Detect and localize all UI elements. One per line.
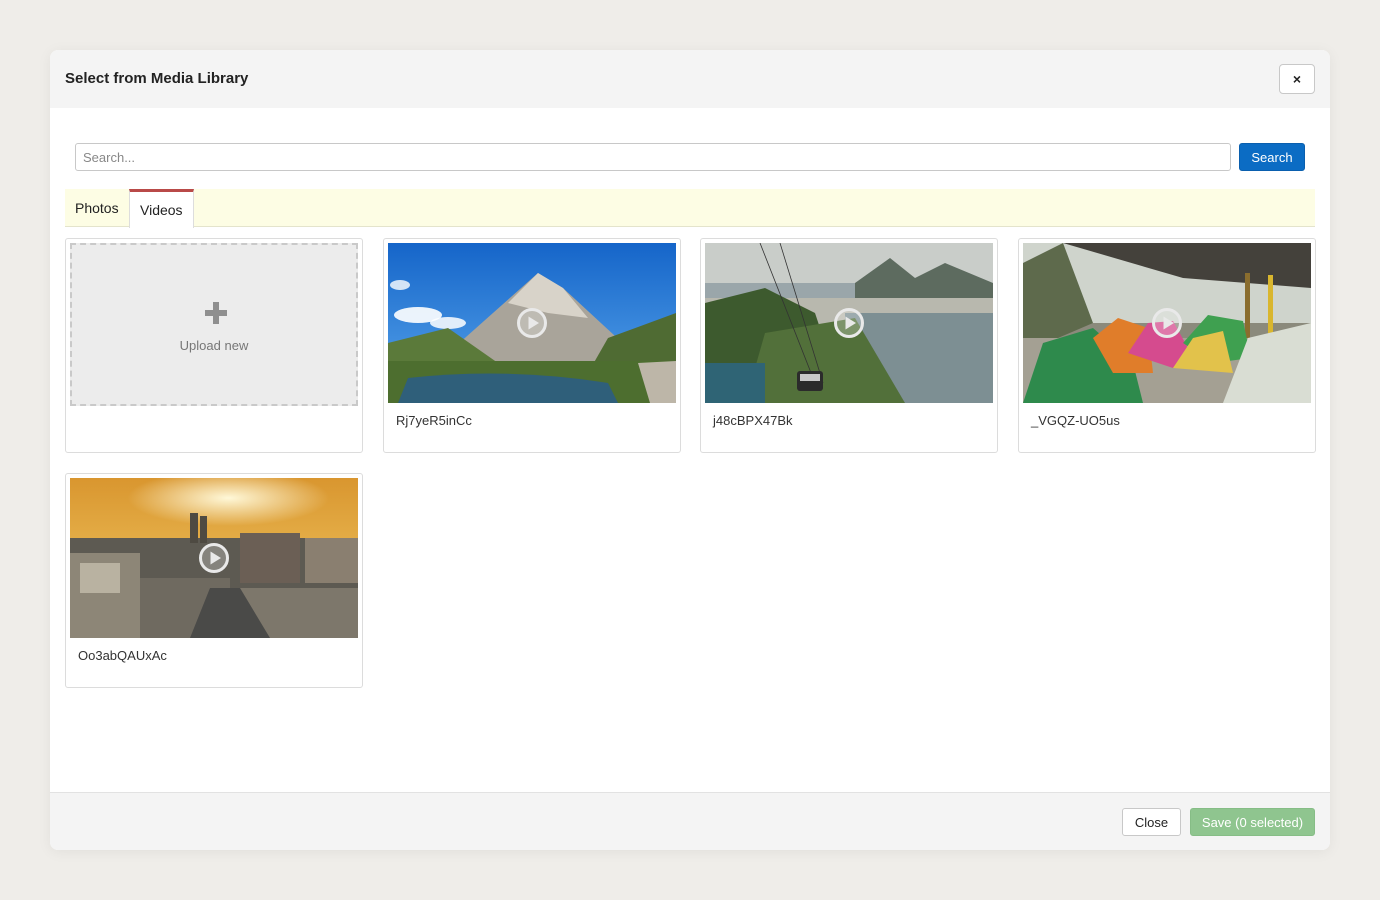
modal-footer: Close Save (0 selected) (50, 792, 1330, 850)
media-card[interactable]: j48cBPX47Bk (700, 238, 998, 453)
upload-new-card[interactable]: Upload new (65, 238, 363, 453)
play-icon (1152, 308, 1182, 338)
play-icon (834, 308, 864, 338)
media-type-tabs: Photos Videos (65, 189, 1315, 228)
plus-icon (205, 302, 227, 324)
video-thumbnail[interactable] (388, 243, 676, 403)
video-thumbnail[interactable] (705, 243, 993, 403)
upload-label: Upload new (179, 338, 249, 353)
media-library-modal: Select from Media Library × Search Photo… (50, 50, 1330, 850)
media-card[interactable]: Rj7yeR5inCc (383, 238, 681, 453)
modal-title: Select from Media Library (65, 70, 249, 87)
tab-videos[interactable]: Videos (129, 189, 194, 228)
search-input[interactable] (75, 143, 1231, 171)
play-icon (199, 543, 229, 573)
video-thumbnail[interactable] (1023, 243, 1311, 403)
modal-header: Select from Media Library × (50, 50, 1330, 108)
play-icon (517, 308, 547, 338)
tab-photos[interactable]: Photos (65, 189, 129, 227)
upload-dropzone[interactable]: Upload new (70, 243, 358, 406)
search-button[interactable]: Search (1239, 143, 1305, 171)
media-caption: j48cBPX47Bk (713, 413, 793, 428)
media-caption: _VGQZ-UO5us (1031, 413, 1120, 428)
search-row: Search (75, 143, 1305, 171)
close-icon: × (1292, 71, 1302, 87)
close-button[interactable]: Close (1122, 808, 1181, 836)
media-caption: Rj7yeR5inCc (396, 413, 472, 428)
media-card[interactable]: _VGQZ-UO5us (1018, 238, 1316, 453)
media-caption: Oo3abQAUxAc (78, 648, 167, 663)
video-thumbnail[interactable] (70, 478, 358, 638)
media-card[interactable]: Oo3abQAUxAc (65, 473, 363, 688)
close-icon-button[interactable]: × (1279, 64, 1315, 94)
save-button[interactable]: Save (0 selected) (1190, 808, 1315, 836)
